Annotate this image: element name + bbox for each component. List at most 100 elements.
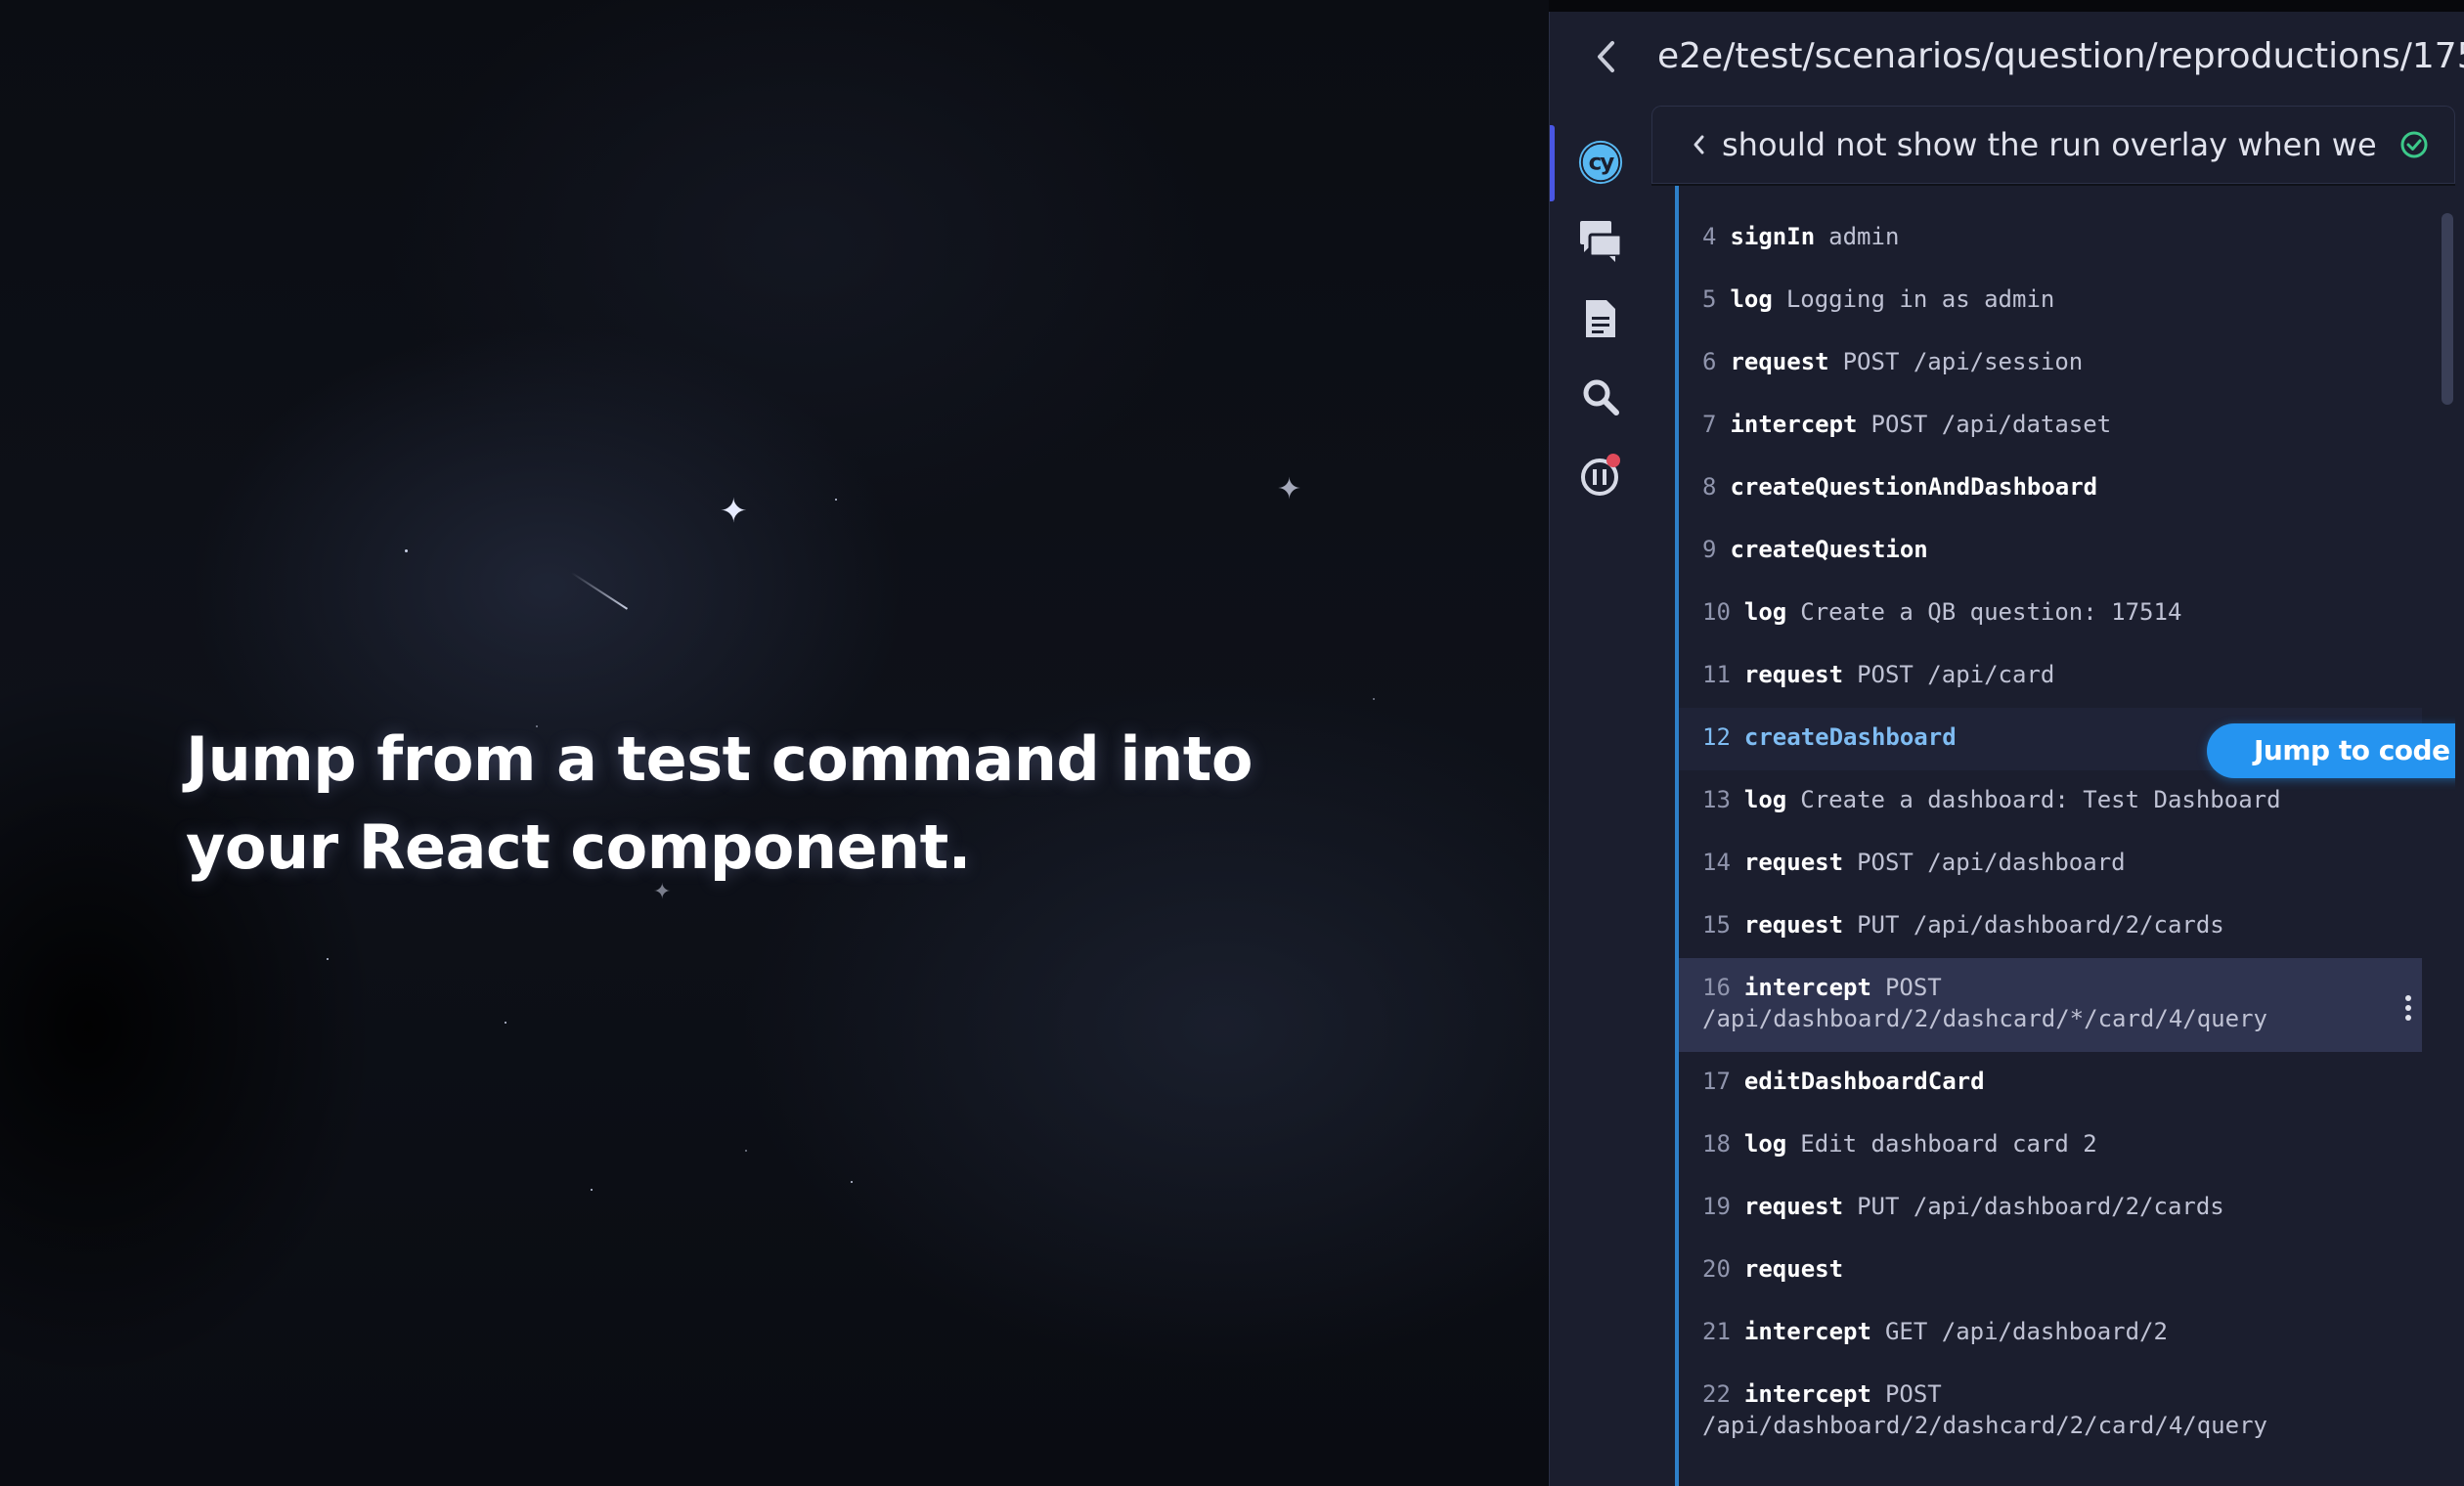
command-number: 22: [1702, 1380, 1731, 1408]
spec-path[interactable]: e2e/test/scenarios/question/reproduction…: [1657, 33, 2464, 80]
chevron-left-icon: [1694, 135, 1704, 154]
command-row[interactable]: 5 log Logging in as admin: [1679, 270, 2422, 328]
command-list-scrollbar[interactable]: [2442, 213, 2453, 405]
command-row[interactable]: 21 intercept GET /api/dashboard/2: [1679, 1302, 2422, 1361]
command-row[interactable]: 10 log Create a QB question: 17514: [1679, 583, 2422, 641]
command-message: Edit dashboard card 2: [1800, 1130, 2097, 1158]
command-row[interactable]: 19 request PUT /api/dashboard/2/cards: [1679, 1177, 2422, 1236]
star: [405, 549, 408, 552]
command-number: 19: [1702, 1193, 1731, 1220]
test-title: should not show the run overlay when we …: [1722, 126, 2387, 163]
command-row[interactable]: 13 log Create a dashboard: Test Dashboard: [1679, 770, 2422, 829]
command-message: POST: [1884, 974, 1942, 1001]
command-row[interactable]: 8 createQuestionAndDashboard: [1679, 458, 2422, 516]
command-row[interactable]: 20 request: [1679, 1240, 2422, 1298]
command-name: log: [1743, 1130, 1787, 1158]
hero-headline: Jump from a test command into your React…: [186, 716, 1261, 892]
command-row[interactable]: 14 request POST /api/dashboard: [1679, 833, 2422, 892]
command-number: 21: [1702, 1318, 1731, 1345]
test-header[interactable]: should not show the run overlay when we …: [1651, 106, 2455, 186]
search-icon: [1583, 379, 1619, 415]
command-number: 4: [1702, 223, 1717, 250]
star: [835, 499, 837, 501]
test-replay-icon-button[interactable]: [1577, 452, 1624, 499]
cypress-logo-icon: cy: [1578, 140, 1623, 185]
command-log-reporter: should not show the run overlay when we …: [1651, 106, 2455, 1486]
command-row[interactable]: 6 request POST /api/session: [1679, 332, 2422, 391]
command-message-continued: /api/dashboard/2/dashcard/*/card/4/query: [1702, 1005, 2267, 1032]
star: [591, 1189, 593, 1191]
chat-icon-button[interactable]: [1577, 217, 1624, 264]
command-message: Create a dashboard: Test Dashboard: [1800, 786, 2281, 813]
command-number: 9: [1702, 536, 1717, 563]
command-name: createQuestion: [1730, 536, 1928, 563]
document-icon-button[interactable]: [1577, 295, 1624, 342]
command-message: POST: [1884, 1380, 1942, 1408]
command-number: 16: [1702, 974, 1731, 1001]
command-number: 14: [1702, 849, 1731, 876]
command-name: intercept: [1730, 411, 1858, 438]
more-options-icon[interactable]: [2402, 993, 2414, 1023]
command-row[interactable]: 4 signIn admin: [1679, 207, 2422, 266]
cypress-app-panel: e2e/test/scenarios/question/reproduction…: [1549, 12, 2464, 1486]
command-number: 18: [1702, 1130, 1731, 1158]
command-number: 17: [1702, 1068, 1731, 1095]
command-number: 5: [1702, 285, 1717, 313]
command-row-hovered[interactable]: 12 createDashboard Jump to code: [1679, 708, 2455, 778]
chat-icon: [1580, 221, 1623, 262]
command-number: 12: [1702, 723, 1731, 751]
command-number: 10: [1702, 598, 1731, 626]
back-button[interactable]: [1587, 37, 1626, 76]
chevron-left-icon: [1598, 41, 1614, 72]
star: [851, 1181, 853, 1183]
command-row[interactable]: 17 editDashboardCard: [1679, 1052, 2422, 1111]
spec-path-bar: e2e/test/scenarios/question/reproduction…: [1550, 12, 2464, 102]
search-icon-button[interactable]: [1577, 373, 1624, 420]
command-row-selected[interactable]: 16 intercept POST /api/dashboard/2/dashcar…: [1679, 958, 2422, 1052]
command-number: 20: [1702, 1255, 1731, 1283]
collapse-test-button[interactable]: [1681, 127, 1716, 162]
shooting-star: [570, 572, 629, 610]
command-name: signIn: [1730, 223, 1816, 250]
command-row[interactable]: 22 intercept POST /api/dashboard/2/dashcar…: [1679, 1365, 2422, 1459]
document-icon: [1586, 300, 1615, 337]
command-message: PUT /api/dashboard/2/cards: [1857, 1193, 2224, 1220]
cypress-logo-button[interactable]: cy: [1577, 139, 1624, 186]
command-message: POST /api/dataset: [1870, 411, 2112, 438]
nav-active-indicator: [1550, 125, 1555, 201]
command-message: Logging in as admin: [1785, 285, 2055, 313]
sparkle-star: ✦: [1277, 472, 1302, 506]
command-name: request: [1743, 849, 1844, 876]
star: [505, 1022, 506, 1024]
command-name: intercept: [1743, 1380, 1871, 1408]
command-row[interactable]: 9 createQuestion: [1679, 520, 2422, 579]
command-name: createQuestionAndDashboard: [1730, 473, 2098, 501]
command-message: admin: [1828, 223, 1900, 250]
command-name: editDashboardCard: [1743, 1068, 1985, 1095]
command-name: intercept: [1743, 974, 1871, 1001]
hero-headline-line1: Jump from a test command into: [186, 723, 1253, 795]
command-name: request: [1730, 348, 1829, 375]
command-row[interactable]: 15 request PUT /api/dashboard/2/cards: [1679, 896, 2422, 954]
star: [745, 1150, 747, 1152]
command-number: 13: [1702, 786, 1731, 813]
command-number: 7: [1702, 411, 1717, 438]
command-row[interactable]: 11 request POST /api/card: [1679, 645, 2422, 704]
command-message: PUT /api/dashboard/2/cards: [1857, 911, 2224, 939]
command-message: POST /api/card: [1857, 661, 2055, 688]
star: [327, 958, 329, 960]
jump-to-code-label: Jump to code: [2254, 734, 2450, 766]
test-replay-icon: [1581, 454, 1620, 496]
command-number: 6: [1702, 348, 1717, 375]
command-name: createDashboard: [1743, 723, 1957, 751]
command-list: 4 signIn admin 5 log Logging in as admin 6 re…: [1651, 186, 2455, 1486]
star: [1373, 698, 1375, 700]
hero-background: ✦ ✦ ✦ Jump from a test command into your…: [0, 0, 1549, 1486]
command-number: 11: [1702, 661, 1731, 688]
command-message: Create a QB question: 17514: [1800, 598, 2182, 626]
command-row[interactable]: 7 intercept POST /api/dataset: [1679, 395, 2422, 454]
command-row[interactable]: 18 log Edit dashboard card 2: [1679, 1114, 2422, 1173]
command-message: GET /api/dashboard/2: [1884, 1318, 2168, 1345]
command-name: intercept: [1743, 1318, 1871, 1345]
command-name: request: [1743, 661, 1844, 688]
